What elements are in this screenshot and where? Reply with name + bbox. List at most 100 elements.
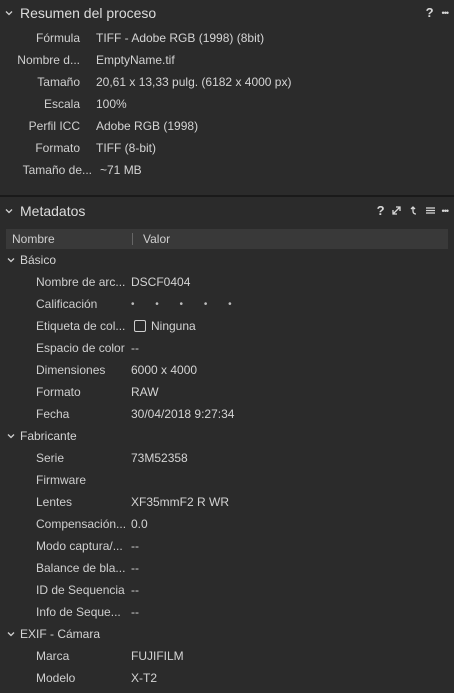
rating-stars[interactable]: • • • • • (131, 299, 241, 310)
summary-label: Fórmula (35, 31, 80, 45)
group-label: Fabricante (20, 429, 77, 443)
metadata-label: Info de Seque... (36, 605, 121, 619)
metadata-value: DSCF0404 (131, 275, 191, 289)
metadata-row[interactable]: Modelo X-T2 (0, 667, 454, 689)
chevron-down-icon[interactable] (4, 206, 14, 216)
metadata-label: Fecha (36, 407, 70, 421)
metadata-value: 73M52358 (131, 451, 188, 465)
summary-label: Formato (35, 141, 80, 155)
summary-row: Tamaño 20,61 x 13,33 pulg. (6182 x 4000 … (0, 71, 454, 93)
group-label: EXIF - Cámara (20, 627, 101, 641)
chevron-down-icon[interactable] (6, 629, 16, 639)
group-label: Básico (20, 253, 57, 267)
metadata-label: ID de Sequencia (36, 583, 125, 597)
summary-value: 100% (96, 97, 127, 111)
color-label-swatch[interactable] (134, 320, 146, 332)
metadata-row[interactable]: Marca FUJIFILM (0, 645, 454, 667)
metadata-row[interactable]: Serie 73M52358 (0, 447, 454, 469)
metadata-row[interactable]: Nombre de arc... DSCF0404 (0, 271, 454, 293)
list-menu-icon[interactable] (425, 205, 436, 216)
metadata-value: FUJIFILM (131, 649, 184, 663)
group-basic[interactable]: Básico (0, 249, 454, 271)
metadata-row[interactable]: Dimensiones 6000 x 4000 (0, 359, 454, 381)
metadata-label: Firmware (36, 473, 86, 487)
summary-label: Tamaño de... (22, 163, 92, 177)
summary-label: Tamaño (37, 75, 80, 89)
color-label-text: Ninguna (151, 319, 196, 333)
group-exif-camera[interactable]: EXIF - Cámara (0, 623, 454, 645)
summary-row: Formato TIFF (8-bit) (0, 137, 454, 159)
metadata-header[interactable]: Metadatos ? ••• (0, 198, 454, 223)
metadata-row[interactable]: Firmware (0, 469, 454, 491)
panel-divider (0, 195, 454, 197)
more-options-icon[interactable]: ••• (442, 8, 450, 18)
summary-row: Tamaño de... ~71 MB (0, 159, 454, 181)
metadata-row[interactable]: Lentes XF35mmF2 R WR (0, 491, 454, 513)
summary-label: Perfil ICC (28, 119, 80, 133)
process-summary-header[interactable]: Resumen del proceso ? ••• (0, 0, 454, 25)
metadata-label: Serie (36, 451, 65, 465)
color-label-value[interactable]: Ninguna (131, 319, 196, 333)
panel-title: Metadatos (20, 202, 86, 219)
chevron-down-icon[interactable] (4, 8, 14, 18)
metadata-column-header: Nombre Valor (6, 229, 448, 249)
metadata-panel: Metadatos ? ••• Nombre Valor Básico Nomb… (0, 198, 454, 689)
more-options-icon[interactable]: ••• (442, 206, 450, 216)
metadata-label: Nombre de arc... (36, 275, 126, 289)
metadata-value: RAW (131, 385, 159, 399)
process-summary-list: Fórmula TIFF - Adobe RGB (1998) (8bit) N… (0, 25, 454, 181)
panel-title: Resumen del proceso (20, 4, 157, 21)
metadata-label: Modelo (36, 671, 76, 685)
metadata-value: -- (131, 539, 139, 553)
column-value[interactable]: Valor (143, 232, 170, 246)
summary-value: TIFF - Adobe RGB (1998) (8bit) (96, 31, 265, 45)
metadata-row[interactable]: Etiqueta de col... Ninguna (0, 315, 454, 337)
metadata-label: Balance de bla... (36, 561, 126, 575)
metadata-row[interactable]: ID de Sequencia -- (0, 579, 454, 601)
summary-value: ~71 MB (100, 163, 142, 177)
summary-value: 20,61 x 13,33 pulg. (6182 x 4000 px) (96, 75, 292, 89)
help-icon[interactable]: ? (377, 203, 385, 218)
metadata-row[interactable]: Info de Seque... -- (0, 601, 454, 623)
chevron-down-icon[interactable] (6, 431, 16, 441)
metadata-value: X-T2 (131, 671, 158, 685)
summary-label: Nombre d... (17, 53, 80, 67)
metadata-value: -- (131, 583, 139, 597)
summary-row: Fórmula TIFF - Adobe RGB (1998) (8bit) (0, 27, 454, 49)
help-icon[interactable]: ? (426, 5, 434, 20)
metadata-row[interactable]: Calificación • • • • • (0, 293, 454, 315)
metadata-label: Etiqueta de col... (36, 319, 126, 333)
metadata-value: XF35mmF2 R WR (131, 495, 230, 509)
expand-icon[interactable] (391, 205, 402, 216)
metadata-value: 30/04/2018 9:27:34 (131, 407, 235, 421)
metadata-row[interactable]: Balance de bla... -- (0, 557, 454, 579)
summary-value: EmptyName.tif (96, 53, 175, 67)
reset-icon[interactable] (408, 205, 419, 216)
metadata-value: -- (131, 605, 139, 619)
metadata-value: 6000 x 4000 (131, 363, 198, 377)
summary-row: Nombre d... EmptyName.tif (0, 49, 454, 71)
metadata-row[interactable]: Compensación... 0.0 (0, 513, 454, 535)
metadata-row[interactable]: Formato RAW (0, 381, 454, 403)
column-separator[interactable] (132, 233, 133, 245)
summary-row: Perfil ICC Adobe RGB (1998) (0, 115, 454, 137)
summary-value: TIFF (8-bit) (96, 141, 156, 155)
group-manufacturer[interactable]: Fabricante (0, 425, 454, 447)
metadata-label: Espacio de color (36, 341, 125, 355)
metadata-label: Modo captura/... (36, 539, 123, 553)
summary-value: Adobe RGB (1998) (96, 119, 199, 133)
summary-row: Escala 100% (0, 93, 454, 115)
metadata-row[interactable]: Espacio de color -- (0, 337, 454, 359)
summary-label: Escala (43, 97, 80, 111)
metadata-label: Dimensiones (36, 363, 106, 377)
metadata-label: Marca (36, 649, 70, 663)
metadata-label: Compensación... (36, 517, 127, 531)
metadata-row[interactable]: Modo captura/... -- (0, 535, 454, 557)
chevron-down-icon[interactable] (6, 255, 16, 265)
column-name[interactable]: Nombre (6, 232, 132, 246)
metadata-label: Formato (36, 385, 81, 399)
metadata-label: Calificación (36, 297, 98, 311)
metadata-label: Lentes (36, 495, 73, 509)
metadata-row[interactable]: Fecha 30/04/2018 9:27:34 (0, 403, 454, 425)
metadata-value: -- (131, 341, 139, 355)
